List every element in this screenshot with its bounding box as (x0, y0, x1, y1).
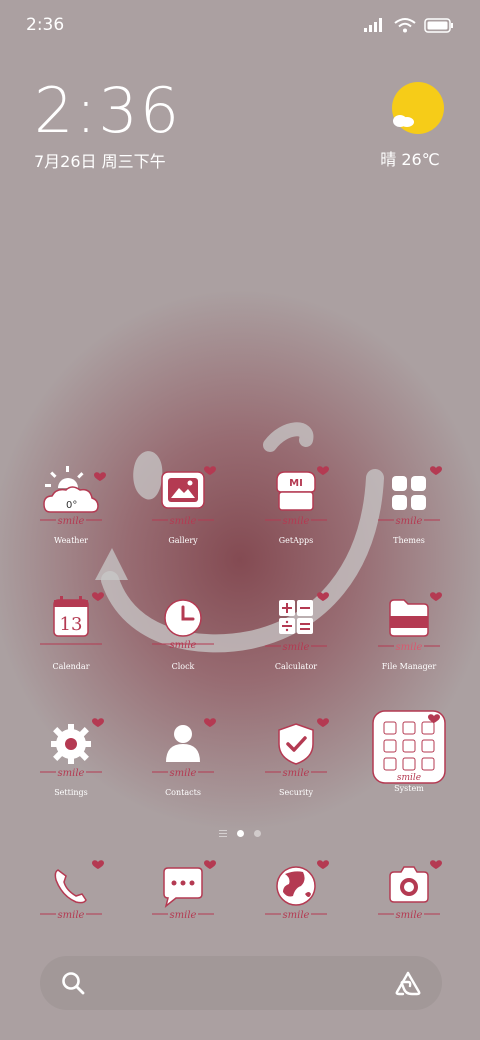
app-label: Calendar (52, 662, 90, 671)
battery-icon (424, 17, 453, 33)
status-time: 2:36 (26, 15, 65, 35)
app-label: Contacts (165, 788, 201, 797)
app-label: Themes (393, 536, 425, 545)
calendar-icon: 13 (40, 592, 104, 645)
svg-text:MI: MI (289, 478, 303, 489)
signal-icon (364, 18, 382, 32)
svg-text:smile: smile (396, 516, 423, 527)
svg-text:smile: smile (170, 910, 197, 921)
app-clock[interactable]: smile Clock (128, 588, 238, 671)
sunny-icon (392, 82, 444, 134)
app-label: GetApps (278, 536, 314, 545)
themes-icon: smile (378, 466, 442, 527)
svg-text:smile: smile (170, 640, 197, 651)
browser-icon: smile (265, 860, 329, 921)
svg-text:smile: smile (283, 516, 310, 527)
weather-app-temp: 0° (66, 500, 77, 511)
file-manager-icon: smile (378, 592, 442, 653)
settings-icon: smile (40, 718, 104, 779)
app-contacts[interactable]: smile Contacts (128, 714, 238, 797)
search-bar[interactable] (40, 956, 442, 1010)
app-label: Gallery (168, 536, 198, 545)
weather-text: 晴 26℃ (380, 150, 440, 169)
page-dot[interactable] (254, 830, 261, 837)
system-folder-icon: smile (372, 710, 446, 784)
calculator-icon: smile (265, 592, 329, 653)
app-label: Security (279, 788, 313, 797)
app-security[interactable]: smile Security (241, 714, 351, 797)
app-calculator[interactable]: smile Calculator (241, 588, 351, 671)
app-calendar[interactable]: 13 Calendar (16, 588, 126, 671)
phone-icon: smile (40, 860, 104, 921)
svg-text:smile: smile (396, 642, 423, 653)
svg-text:smile: smile (58, 768, 85, 779)
gallery-icon: smile (152, 466, 216, 527)
svg-text:smile: smile (283, 768, 310, 779)
svg-text:smile: smile (58, 516, 85, 527)
widget-date: 7月26日 周三下午 (34, 152, 166, 171)
svg-text:smile: smile (283, 910, 310, 921)
svg-text:smile: smile (397, 773, 421, 783)
widget-time: 2:36 (34, 74, 182, 147)
svg-text:smile: smile (170, 768, 197, 779)
getapps-icon: MI smile (265, 466, 329, 527)
app-label: System (394, 784, 424, 793)
app-file-manager[interactable]: smile File Manager (354, 588, 464, 671)
svg-text:smile: smile (58, 910, 85, 921)
app-label: File Manager (381, 662, 437, 671)
menu-lines-icon (219, 830, 227, 837)
weather-icon: 0° smile (40, 466, 106, 527)
svg-text:smile: smile (396, 910, 423, 921)
app-gallery[interactable]: smile Gallery (128, 462, 238, 545)
app-system-folder[interactable]: smile System (354, 710, 464, 793)
dock-messages[interactable]: smile (128, 856, 238, 926)
wifi-icon (394, 18, 416, 33)
status-bar: 2:36 (0, 0, 480, 50)
dock-camera[interactable]: smile (354, 856, 464, 926)
app-getapps[interactable]: MI smile GetApps (241, 462, 351, 545)
assistant-icon[interactable] (394, 970, 422, 996)
dock-phone[interactable]: smile (16, 856, 126, 926)
app-label: Calculator (274, 662, 318, 671)
app-label: Weather (54, 536, 88, 545)
app-themes[interactable]: smile Themes (354, 462, 464, 545)
calendar-day: 13 (60, 614, 83, 635)
clock-widget[interactable]: 2:36 7月26日 周三下午 (34, 80, 181, 172)
svg-text:smile: smile (283, 642, 310, 653)
app-weather[interactable]: 0° smile Weather (16, 462, 126, 545)
search-icon[interactable] (60, 970, 86, 996)
app-label: Settings (54, 788, 88, 797)
messages-icon: smile (152, 860, 216, 921)
app-label: Clock (171, 662, 195, 671)
page-dot-active[interactable] (237, 830, 244, 837)
contacts-icon: smile (152, 718, 216, 779)
page-indicator[interactable] (0, 830, 480, 837)
weather-widget[interactable]: 晴 26℃ (380, 82, 444, 170)
app-settings[interactable]: smile Settings (16, 714, 126, 797)
security-icon: smile (265, 718, 329, 779)
camera-icon: smile (378, 860, 442, 921)
clock-icon: smile (152, 599, 214, 651)
dock-browser[interactable]: smile (241, 856, 351, 926)
svg-text:smile: smile (170, 516, 197, 527)
